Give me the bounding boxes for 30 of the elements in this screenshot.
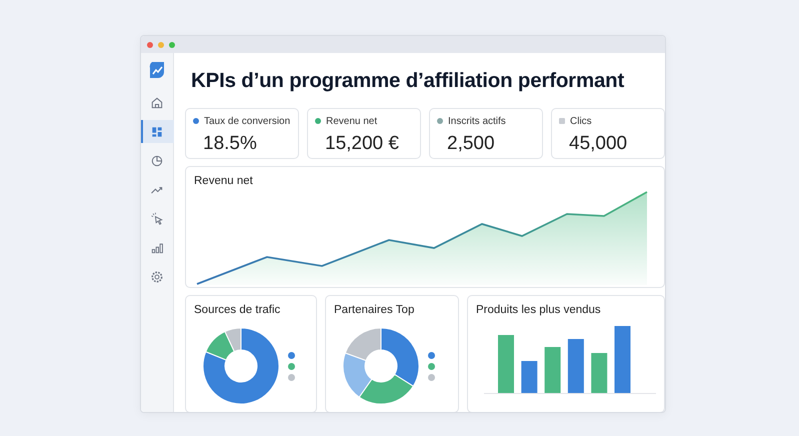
cursor-icon <box>150 212 164 226</box>
chart-bar <box>498 335 514 393</box>
kpi-value: 15,200 € <box>325 132 400 156</box>
chart-title: Sources de trafic <box>194 302 282 318</box>
minimize-dot[interactable] <box>158 42 164 48</box>
chart-title: Partenaires Top <box>334 302 416 318</box>
kpi-value: 18.5% <box>203 132 258 156</box>
chart-bar <box>568 339 584 393</box>
page-title: KPIs d’un programme d’affiliation performant <box>191 68 626 94</box>
chart-bar <box>544 347 561 393</box>
dashboard-icon <box>150 124 164 138</box>
bar-chart-icon <box>150 240 164 254</box>
chart-title: Produits les plus vendus <box>476 302 602 318</box>
close-dot[interactable] <box>147 42 153 48</box>
kpi-value: 45,000 <box>569 132 628 156</box>
kpi-value: 2,500 <box>447 132 496 156</box>
pie-chart-icon <box>150 154 164 168</box>
chart-bar <box>614 326 630 393</box>
logo-icon <box>148 61 166 79</box>
sidebar-item[interactable] <box>141 120 174 143</box>
chart-bar <box>521 361 538 393</box>
kpi-label: Clics <box>570 114 592 129</box>
settings-icon <box>150 270 164 284</box>
kpi-label: Revenu net <box>326 114 378 129</box>
maximize-dot[interactable] <box>169 42 175 48</box>
chart-bar <box>591 353 608 393</box>
kpi-label: Taux de conversion <box>204 114 290 129</box>
chart-title: Revenu net <box>194 174 254 189</box>
home-icon <box>150 96 164 110</box>
kpi-label: Inscrits actifs <box>448 114 506 129</box>
